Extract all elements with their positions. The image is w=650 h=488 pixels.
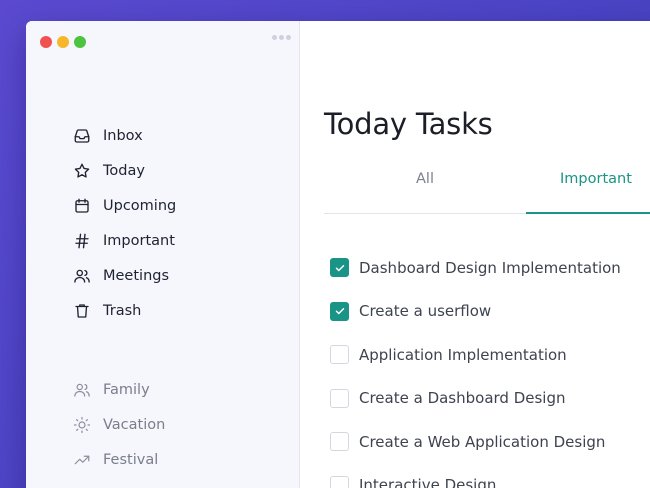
sidebar-item-important[interactable]: Important <box>71 223 176 258</box>
task-item[interactable]: Dashboard Design Implementation <box>330 246 621 290</box>
task-text: Create a userflow <box>359 302 492 321</box>
sun-icon <box>71 414 93 436</box>
calendar-icon <box>71 195 93 217</box>
task-item[interactable]: Create a userflow <box>330 290 621 334</box>
sidebar-item-label: Vacation <box>103 416 166 433</box>
sidebar-tags: Family Vacation Festival <box>71 372 165 477</box>
task-list: Dashboard Design Implementation Create a… <box>330 246 621 488</box>
sidebar-item-label: Inbox <box>103 127 143 144</box>
task-text: Application Implementation <box>359 345 567 364</box>
minimize-window-button[interactable] <box>57 36 69 48</box>
trash-icon <box>71 300 93 322</box>
task-checkbox[interactable] <box>330 388 349 408</box>
task-text: Create a Dashboard Design <box>359 389 566 408</box>
users-icon <box>71 379 93 401</box>
more-options-icon[interactable] <box>272 35 291 40</box>
page-title: Today Tasks <box>324 107 493 141</box>
check-icon <box>335 308 344 315</box>
sidebar-item-trash[interactable]: Trash <box>71 293 176 328</box>
sidebar-item-label: Family <box>103 381 150 398</box>
sidebar-item-label: Upcoming <box>103 197 177 214</box>
tab-important[interactable]: Important <box>560 171 632 187</box>
sidebar-item-label: Trash <box>103 302 142 319</box>
sidebar-item-vacation[interactable]: Vacation <box>71 407 165 442</box>
main-panel: Today Tasks All Important Dashboard Desi… <box>300 21 650 488</box>
task-item[interactable]: Create a Web Application Design <box>330 420 621 464</box>
sidebar-item-label: Meetings <box>103 267 170 284</box>
sidebar-item-label: Festival <box>103 451 159 468</box>
task-checkbox[interactable] <box>330 301 349 321</box>
sidebar-item-inbox[interactable]: Inbox <box>71 118 176 153</box>
sidebar-item-festival[interactable]: Festival <box>71 442 165 477</box>
sidebar-nav: Inbox Today Upcoming Important Meetings … <box>71 118 176 328</box>
users-icon <box>71 265 93 287</box>
task-checkbox[interactable] <box>330 432 349 452</box>
tab-bar: All Important <box>324 161 650 214</box>
task-text: Create a Web Application Design <box>359 432 606 451</box>
check-icon <box>335 264 344 271</box>
task-item[interactable]: Create a Dashboard Design <box>330 377 621 421</box>
task-checkbox[interactable] <box>330 258 349 278</box>
sidebar-item-label: Important <box>103 232 175 249</box>
task-item[interactable]: Application Implementation <box>330 333 621 377</box>
tab-all[interactable]: All <box>416 171 434 187</box>
sidebar-item-upcoming[interactable]: Upcoming <box>71 188 176 223</box>
task-checkbox[interactable] <box>330 475 349 488</box>
active-tab-indicator <box>526 212 650 214</box>
sidebar-item-label: Today <box>103 162 145 179</box>
inbox-icon <box>71 125 93 147</box>
close-window-button[interactable] <box>40 36 52 48</box>
hash-icon <box>71 230 93 252</box>
task-text: Dashboard Design Implementation <box>359 258 621 277</box>
sidebar-item-family[interactable]: Family <box>71 372 165 407</box>
maximize-window-button[interactable] <box>74 36 86 48</box>
sidebar: Inbox Today Upcoming Important Meetings … <box>26 21 300 488</box>
window-controls <box>40 36 86 48</box>
task-checkbox[interactable] <box>330 345 349 365</box>
trending-up-icon <box>71 449 93 471</box>
task-text: Interactive Design <box>359 476 497 488</box>
task-item[interactable]: Interactive Design <box>330 464 621 488</box>
app-window: Inbox Today Upcoming Important Meetings … <box>26 21 650 488</box>
sidebar-item-meetings[interactable]: Meetings <box>71 258 176 293</box>
star-icon <box>71 160 93 182</box>
sidebar-item-today[interactable]: Today <box>71 153 176 188</box>
